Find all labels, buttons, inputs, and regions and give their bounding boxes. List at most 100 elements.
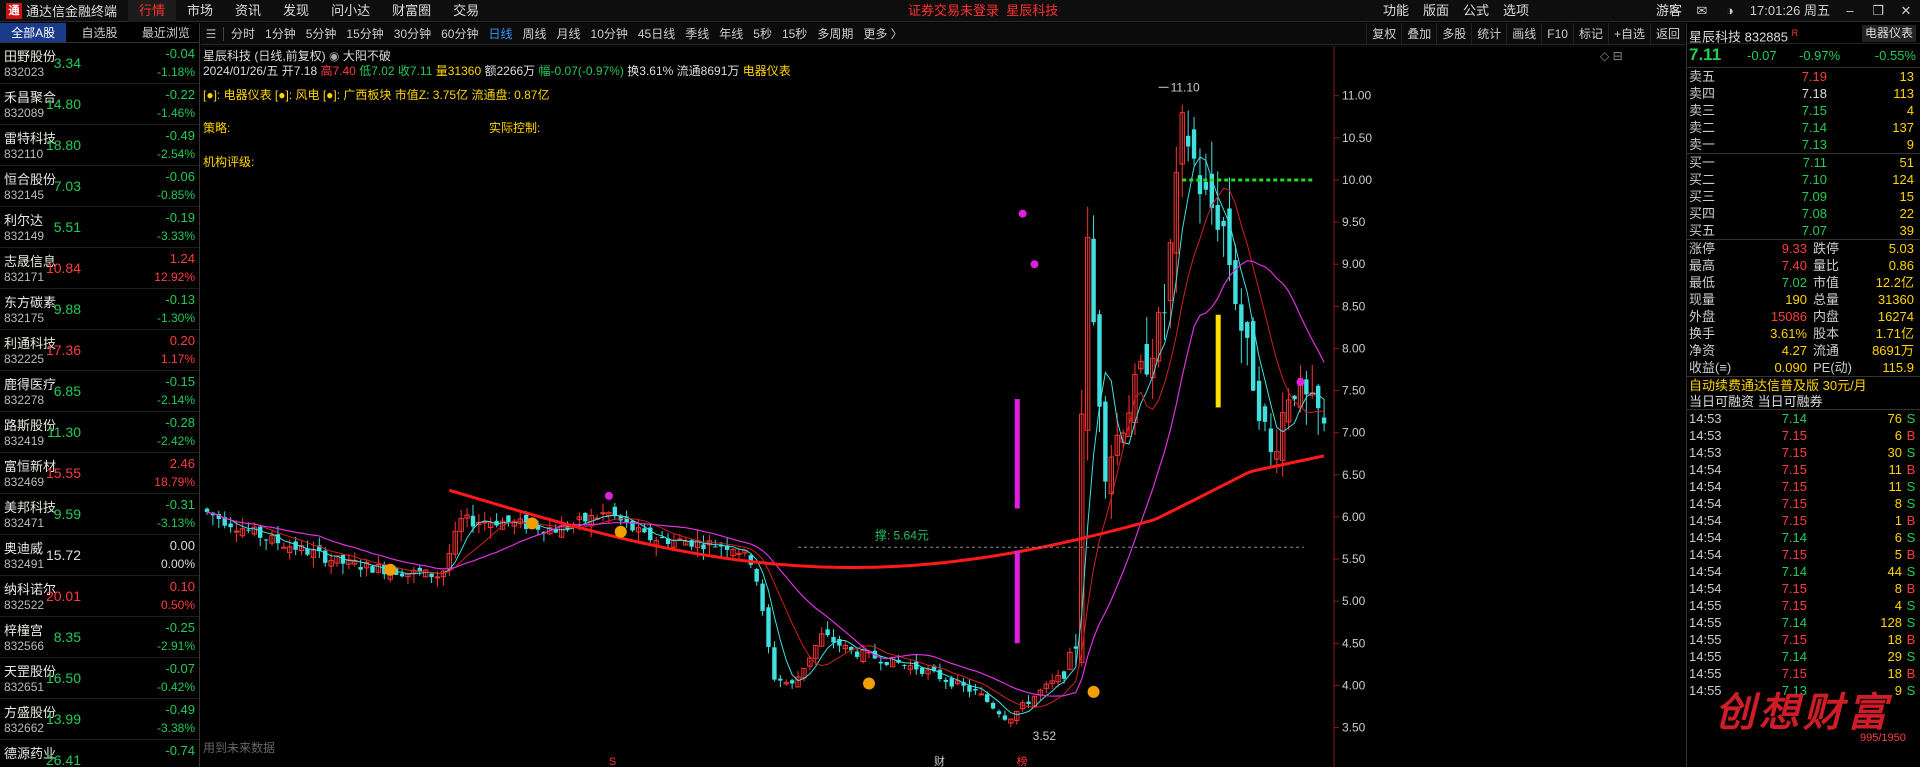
stock-row[interactable]: 美邦科技 832471 9.59 -0.31 -3.13% [0, 494, 199, 535]
tab-watchlist[interactable]: 自选股 [66, 23, 132, 42]
restore-icon[interactable]: ❐ [1864, 0, 1892, 22]
menu-jiaoyi[interactable]: 交易 [442, 0, 490, 22]
period-button[interactable]: 15分钟 [341, 23, 388, 45]
period-button[interactable]: 季线 [680, 23, 714, 45]
tab-all-a[interactable]: 全部A股 [0, 23, 67, 42]
stock-row[interactable]: 东方碳素 832175 9.88 -0.13 -1.30% [0, 289, 199, 330]
chart-tool-button[interactable]: F10 [1541, 23, 1573, 45]
login-notice[interactable]: 证券交易未登录 星辰科技 [908, 0, 1058, 22]
stock-list: 田野股份 832023 3.34 -0.04 -1.18% 禾昌聚合 832089 14.80… [0, 43, 199, 767]
stock-row[interactable]: 天罡股份 832651 16.50 -0.07 -0.42% [0, 658, 199, 699]
ask-row[interactable]: 卖二 7.14 137 [1687, 119, 1920, 136]
chart-tool-button[interactable]: 叠加 [1401, 23, 1436, 45]
period-button[interactable]: 10分钟 [586, 23, 633, 45]
period-button[interactable]: 1分钟 [260, 23, 301, 45]
period-button[interactable]: 45日线 [633, 23, 680, 45]
menu-gongshi[interactable]: 公式 [1456, 0, 1496, 22]
stock-row[interactable]: 鹿得医疗 832278 6.85 -0.15 -2.14% [0, 371, 199, 412]
chart-tool-button[interactable]: 标记 [1572, 23, 1608, 45]
period-button[interactable]: 60分钟 [436, 23, 483, 45]
chart-tool-button[interactable]: 返回 [1649, 23, 1685, 45]
period-button[interactable]: 周线 [517, 23, 551, 45]
candle-body [1304, 379, 1309, 395]
period-button[interactable]: 月线 [552, 23, 586, 45]
stock-row[interactable]: 雷特科技 832110 18.80 -0.49 -2.54% [0, 125, 199, 166]
watermark-logo: 创想财富 [1715, 691, 1891, 735]
bid-row[interactable]: 买二 7.10 124 [1687, 171, 1920, 188]
sector-button[interactable]: 电器仪表 [1861, 25, 1916, 42]
menu-hangqing[interactable]: 行情 [128, 0, 177, 22]
bar-sector[interactable]: 电器仪表 [743, 64, 791, 78]
stock-row[interactable]: 田野股份 832023 3.34 -0.04 -1.18% [0, 43, 199, 84]
y-tick-label: 5.50 [1342, 552, 1366, 566]
period-button[interactable]: 15秒 [777, 23, 812, 45]
ask-row[interactable]: 卖五 7.19 13 [1687, 68, 1920, 85]
bid-label: 买四 [1689, 206, 1716, 221]
menu-wenxiaoda[interactable]: 问小达 [320, 0, 381, 22]
menu-gongneng[interactable]: 功能 [1376, 0, 1416, 22]
bar-close: 7.11 [409, 64, 433, 78]
candle-body [1061, 671, 1067, 679]
period-button[interactable]: 5分钟 [301, 23, 342, 45]
close-icon[interactable]: ✕ [1892, 0, 1920, 22]
login-status[interactable]: 证券交易未登录 [908, 3, 999, 18]
stock-row[interactable]: 德源药业 26.41 -0.74 [0, 740, 199, 767]
stock-row[interactable]: 志晟信息 832171 10.84 1.24 12.92% [0, 248, 199, 289]
period-button[interactable]: 日线 [483, 23, 517, 45]
stock-row[interactable]: 富恒新材 832469 15.55 2.46 18.79% [0, 453, 199, 494]
tab-recent[interactable]: 最近浏览 [133, 23, 199, 42]
kline-chart[interactable]: 3.50 4.00 4.50 5.00 5.50 6.00 6.50 7.00 7.50 8.00… [201, 46, 1685, 767]
menu-faxian[interactable]: 发现 [272, 0, 320, 22]
chart-tool-button[interactable]: 统计 [1471, 23, 1506, 45]
message-icon[interactable]: ✉ [1688, 0, 1716, 22]
menu-shichang[interactable]: 市场 [176, 0, 224, 22]
stock-price: 3.34 [53, 55, 81, 71]
notification-icon[interactable]: ⚐ [1660, 0, 1688, 22]
menu-xuanxiang[interactable]: 选项 [1496, 0, 1536, 22]
stat-value: 0.090 [1774, 360, 1807, 375]
menu-zixun[interactable]: 资讯 [224, 0, 272, 22]
ask-row[interactable]: 卖一 7.13 9 [1687, 136, 1920, 153]
tick-volume: 44 [1887, 564, 1902, 579]
chart-tool-button[interactable]: 复权 [1366, 23, 1401, 45]
ask-row[interactable]: 卖四 7.18 113 [1687, 85, 1920, 102]
stock-row[interactable]: 禾昌聚合 832089 14.80 -0.22 -1.46% [0, 84, 199, 125]
period-button[interactable]: 30分钟 [389, 23, 436, 45]
stock-row[interactable]: 方盛股份 832662 13.99 -0.49 -3.38% [0, 699, 199, 740]
stock-row[interactable]: 恒合股份 832145 7.03 -0.06 -0.85% [0, 166, 199, 207]
period-button[interactable]: 年线 [714, 23, 748, 45]
chart-tool-button[interactable]: +自选 [1607, 23, 1650, 45]
bid-row[interactable]: 买三 7.09 15 [1687, 188, 1920, 205]
period-button[interactable]: 更多 〉 [858, 23, 907, 45]
period-button[interactable]: 5秒 [748, 23, 777, 45]
quote-title: 星辰科技 832885 R 电器仪表 [1687, 23, 1920, 44]
tick-price: 7.14 [1781, 615, 1807, 630]
stock-row[interactable]: 利通科技 832225 17.36 0.20 1.17% [0, 330, 199, 371]
stock-row[interactable]: 路斯股份 832419 11.30 -0.28 -2.42% [0, 412, 199, 453]
collapse-icon[interactable]: ⊟ [1613, 49, 1623, 63]
stock-row[interactable]: 利尔达 832149 5.51 -0.19 -3.33% [0, 207, 199, 248]
period-button[interactable]: 分时 [226, 23, 260, 45]
grid-menu-icon[interactable]: ☰ [201, 27, 221, 41]
period-button[interactable]: 多周期 [812, 23, 858, 45]
stat-label: 外盘 [1689, 309, 1716, 324]
candle-body [246, 529, 251, 531]
stock-row[interactable]: 纳科诺尔 832522 20.01 0.10 0.50% [0, 576, 199, 617]
bid-row[interactable]: 买一 7.11 51 [1687, 154, 1920, 171]
chart-tool-button[interactable]: 多股 [1436, 23, 1471, 45]
settings-diamond-icon[interactable]: ◇ [1600, 49, 1609, 63]
bid-row[interactable]: 买五 7.07 39 [1687, 222, 1920, 239]
minimize-icon[interactable]: – [1836, 0, 1864, 22]
bid-row[interactable]: 买四 7.08 22 [1687, 205, 1920, 222]
price-pct: -0.97% [1799, 48, 1841, 63]
notice-stock[interactable]: 星辰科技 [1006, 3, 1058, 18]
menu-caifuquan[interactable]: 财富圈 [381, 0, 442, 22]
menu-banmian[interactable]: 版面 [1416, 0, 1456, 22]
subscription-line[interactable]: 自动续费通达信普及版 30元/月 [1687, 376, 1920, 393]
chart-tool-button[interactable]: 画线 [1506, 23, 1541, 45]
stock-row[interactable]: 梓橦宫 832566 8.35 -0.25 -2.91% [0, 617, 199, 658]
skin-icon[interactable]: ◑ [1716, 0, 1744, 22]
ask-row[interactable]: 卖三 7.15 4 [1687, 102, 1920, 119]
stock-pct: -3.38% [156, 721, 195, 735]
stock-row[interactable]: 奥迪威 832491 15.72 0.00 0.00% [0, 535, 199, 576]
